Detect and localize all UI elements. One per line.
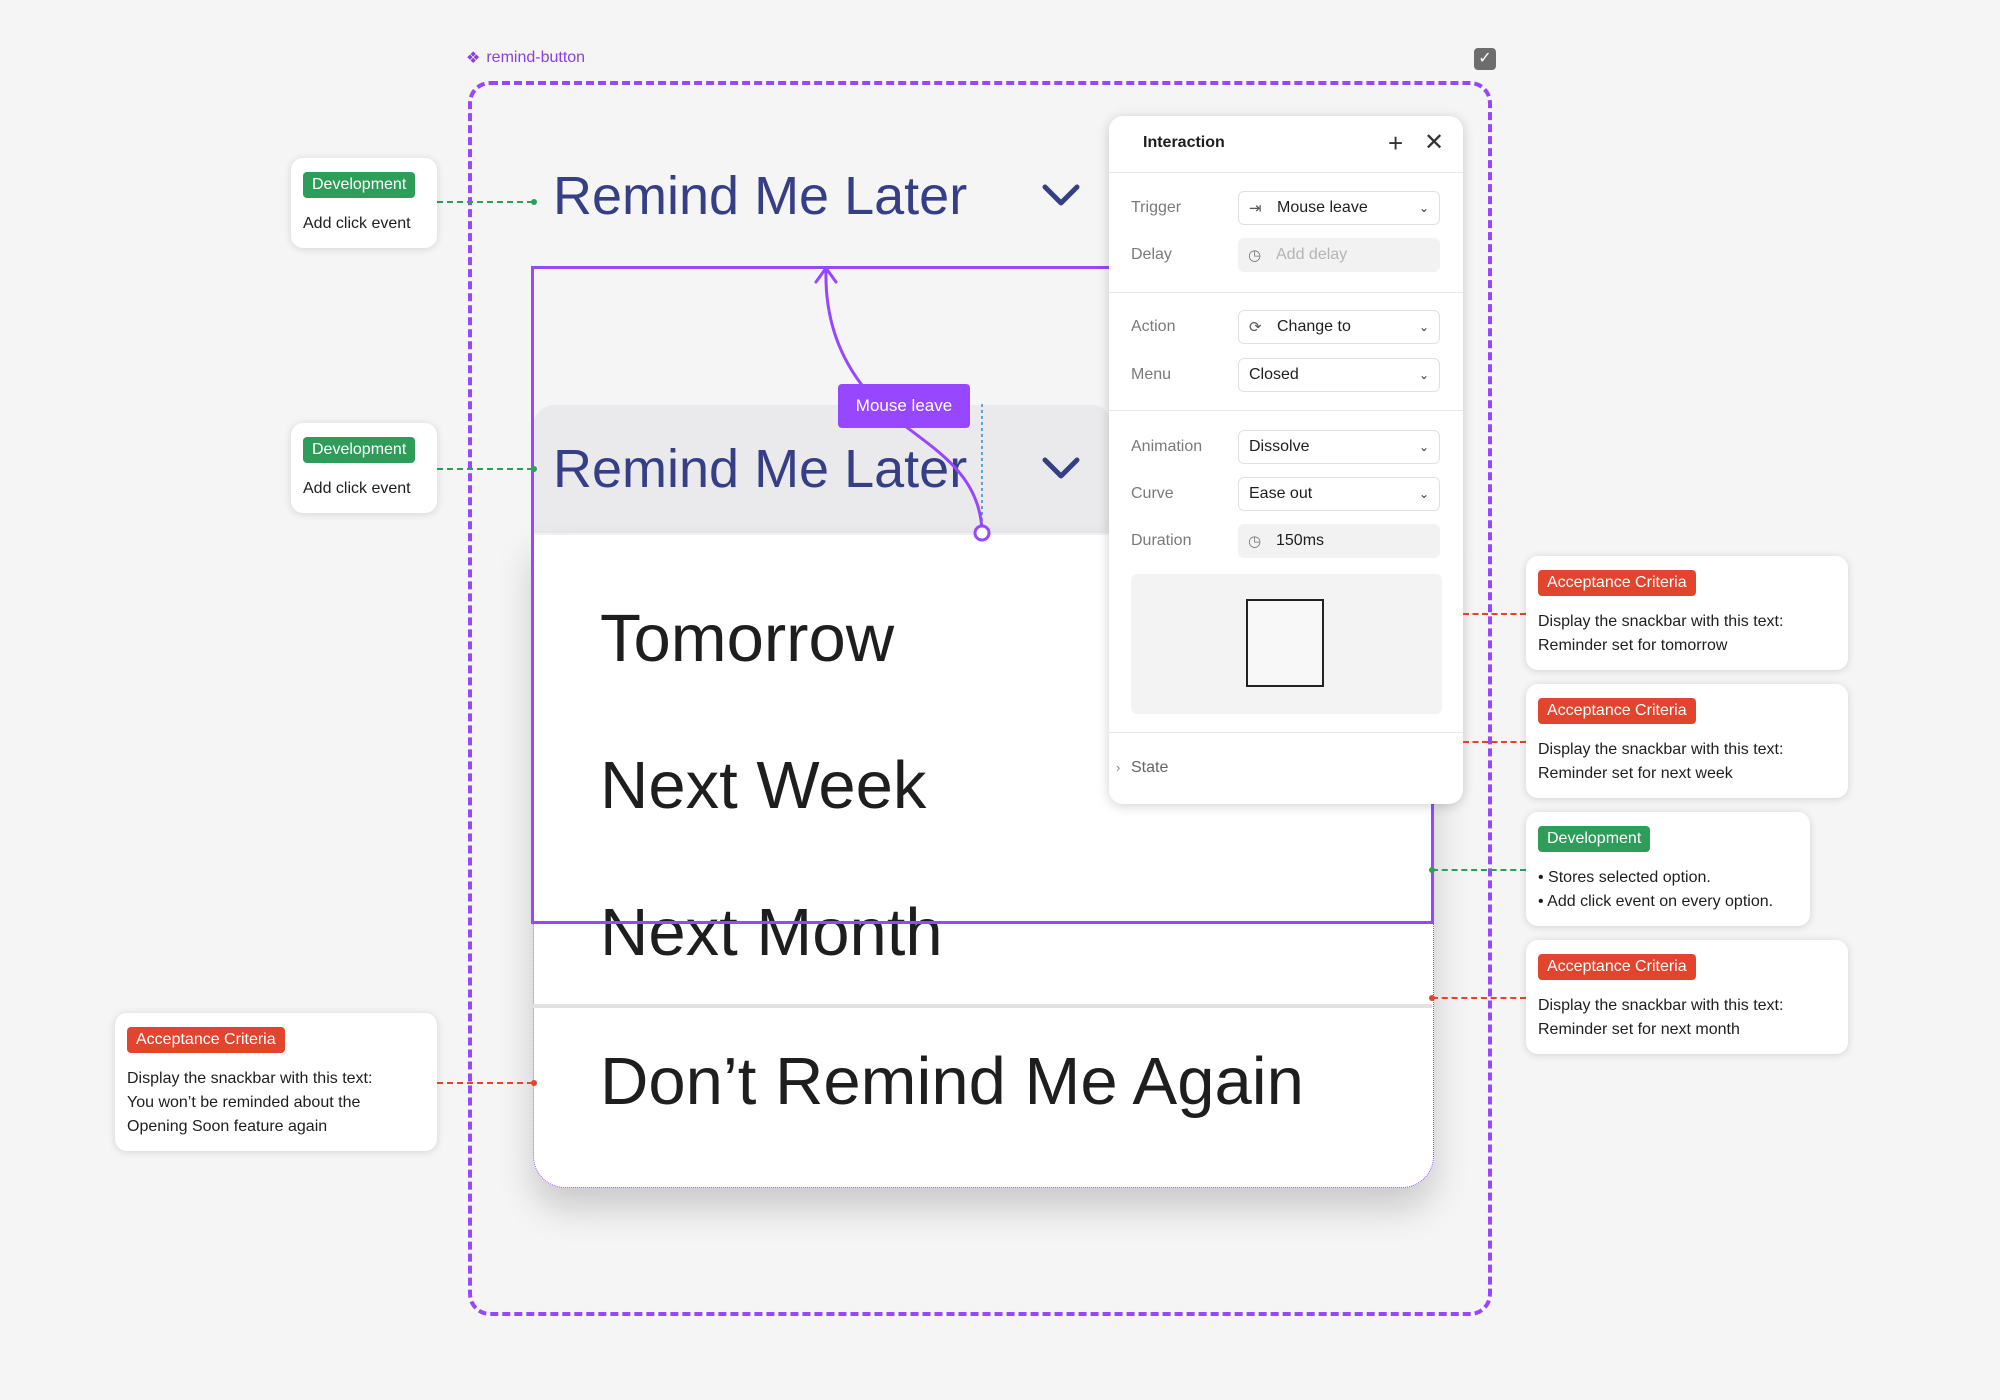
development-badge: Development	[1538, 826, 1651, 852]
connector-dot	[531, 1080, 537, 1086]
connector-dot	[1429, 995, 1435, 1001]
annotation-text-line: Display the snackbar with this text:	[127, 1070, 373, 1087]
close-icon[interactable]: ✕	[1424, 130, 1444, 156]
annotation-acceptance-tomorrow[interactable]: Acceptance Criteria Display the snackbar…	[1526, 556, 1848, 670]
connector-line	[1432, 997, 1526, 999]
preview-box	[1246, 599, 1324, 687]
annotation-text-line: Reminder set for next week	[1538, 765, 1733, 782]
connector-line	[437, 201, 533, 203]
duration-field[interactable]: ◷ 150ms	[1238, 524, 1440, 558]
annotation-text: Add click event	[303, 480, 411, 497]
acceptance-badge: Acceptance Criteria	[1538, 954, 1696, 980]
connector-line	[437, 1082, 533, 1084]
menu-select[interactable]: Closed ⌄	[1238, 358, 1440, 392]
curve-value: Ease out	[1249, 485, 1313, 502]
curve-select[interactable]: Ease out ⌄	[1238, 477, 1440, 511]
connector-line	[1432, 869, 1526, 871]
delay-field[interactable]: ◷ Add delay	[1238, 238, 1440, 272]
animation-value: Dissolve	[1249, 438, 1310, 455]
annotation-text-line: • Stores selected option.	[1538, 869, 1711, 886]
acceptance-badge: Acceptance Criteria	[1538, 570, 1696, 596]
annotation-text-line: Display the snackbar with this text:	[1538, 997, 1784, 1014]
annotation-text-line: Reminder set for tomorrow	[1538, 637, 1728, 654]
chevron-down-icon: ⌄	[1418, 487, 1429, 501]
chevron-down-icon: ⌄	[1418, 440, 1429, 454]
connector-dot	[1429, 867, 1435, 873]
connector-line	[1463, 741, 1526, 743]
chevron-down-icon: ⌄	[1418, 201, 1429, 215]
annotation-text-line: Reminder set for next month	[1538, 1021, 1740, 1038]
timer-icon: ◷	[1248, 247, 1262, 264]
annotation-acceptance-dont-remind[interactable]: Acceptance Criteria Display the snackbar…	[115, 1013, 437, 1151]
annotation-text-line: • Add click event on every option.	[1538, 893, 1774, 910]
connector-line	[1463, 613, 1526, 615]
action-value: Change to	[1277, 318, 1351, 335]
annotation-text-line: Display the snackbar with this text:	[1538, 741, 1784, 758]
trigger-value: Mouse leave	[1277, 199, 1368, 216]
duration-value: 150ms	[1276, 532, 1325, 549]
delay-label: Delay	[1131, 246, 1172, 263]
annotation-development-2[interactable]: Development Add click event	[291, 423, 437, 513]
curve-label: Curve	[1131, 485, 1174, 502]
action-select[interactable]: ⟳ Change to ⌄	[1238, 310, 1440, 344]
interaction-tag[interactable]: Mouse leave	[838, 384, 970, 428]
trigger-icon: ⇥	[1249, 200, 1262, 217]
chevron-down-icon: ⌄	[1418, 320, 1429, 334]
menu-value: Closed	[1249, 366, 1299, 383]
animation-label: Animation	[1131, 438, 1203, 455]
chevron-right-icon[interactable]: ›	[1116, 760, 1120, 775]
annotation-text: Add click event	[303, 215, 411, 232]
chevron-down-icon: ⌄	[1418, 368, 1429, 382]
acceptance-badge: Acceptance Criteria	[1538, 698, 1696, 724]
annotation-acceptance-next-month[interactable]: Acceptance Criteria Display the snackbar…	[1526, 940, 1848, 1054]
duration-label: Duration	[1131, 532, 1192, 549]
annotation-acceptance-next-week[interactable]: Acceptance Criteria Display the snackbar…	[1526, 684, 1848, 798]
plus-icon[interactable]: +	[1388, 130, 1403, 156]
delay-placeholder: Add delay	[1276, 246, 1348, 263]
annotation-development-options[interactable]: Development • Stores selected option. • …	[1526, 812, 1810, 926]
acceptance-badge: Acceptance Criteria	[127, 1027, 285, 1053]
action-label: Action	[1131, 318, 1176, 335]
state-section-toggle[interactable]: State	[1131, 759, 1168, 777]
connector-line	[437, 468, 533, 470]
panel-title: Interaction	[1143, 134, 1225, 151]
trigger-select[interactable]: ⇥ Mouse leave ⌄	[1238, 191, 1440, 225]
panel-divider	[1109, 172, 1463, 173]
development-badge: Development	[303, 172, 416, 198]
annotation-text-line: You won’t be reminded about the	[127, 1094, 361, 1111]
development-badge: Development	[303, 437, 416, 463]
panel-divider	[1109, 732, 1463, 733]
annotation-development-1[interactable]: Development Add click event	[291, 158, 437, 248]
timer-icon: ◷	[1248, 533, 1262, 550]
menu-label: Menu	[1131, 366, 1172, 383]
animation-select[interactable]: Dissolve ⌄	[1238, 430, 1440, 464]
panel-divider	[1109, 410, 1463, 411]
refresh-icon: ⟳	[1249, 319, 1262, 336]
connector-dot	[531, 199, 537, 205]
panel-divider	[1109, 292, 1463, 293]
annotation-text-line: Opening Soon feature again	[127, 1118, 328, 1135]
trigger-label: Trigger	[1131, 199, 1182, 216]
connector-dot	[531, 466, 537, 472]
annotation-text-line: Display the snackbar with this text:	[1538, 613, 1784, 630]
